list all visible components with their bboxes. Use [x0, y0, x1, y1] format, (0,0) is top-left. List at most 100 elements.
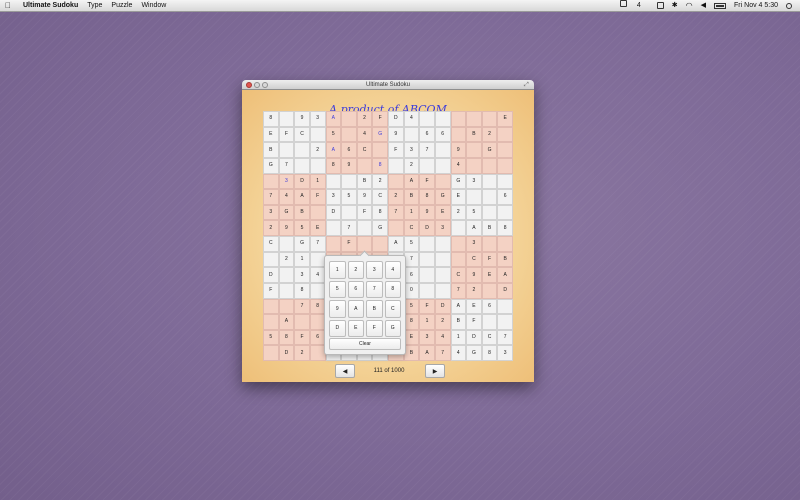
grid-cell[interactable]: D — [278, 345, 295, 361]
grid-cell[interactable]: 9 — [341, 157, 357, 174]
grid-cell[interactable]: 3 — [278, 173, 295, 190]
grid-cell[interactable] — [372, 236, 388, 252]
grid-cell[interactable] — [466, 189, 482, 205]
grid-cell[interactable]: 9 — [294, 111, 310, 127]
grid-cell[interactable] — [434, 111, 451, 127]
pad-key[interactable]: D — [329, 319, 346, 337]
grid-cell[interactable] — [497, 142, 513, 158]
grid-cell[interactable]: 4 — [278, 189, 295, 205]
grid-cell[interactable] — [450, 220, 467, 236]
grid-cell[interactable] — [294, 314, 310, 330]
grid-cell[interactable] — [263, 314, 279, 330]
grid-cell[interactable]: D — [466, 329, 482, 346]
grid-cell[interactable]: D — [263, 267, 279, 283]
grid-cell[interactable]: F — [263, 282, 279, 299]
menu-type[interactable]: Type — [87, 0, 102, 11]
grid-cell[interactable] — [278, 298, 295, 315]
menu-clock[interactable]: Fri Nov 4 5:30 — [734, 0, 778, 11]
grid-cell[interactable]: 3 — [466, 236, 482, 252]
grid-cell[interactable] — [450, 126, 467, 143]
grid-cell[interactable] — [278, 282, 295, 299]
grid-cell[interactable]: F — [294, 329, 310, 346]
grid-cell[interactable] — [481, 236, 498, 252]
wifi-icon[interactable]: ◠ — [686, 0, 693, 11]
pad-key[interactable]: 4 — [384, 261, 401, 279]
bluetooth-icon[interactable]: ✱ — [672, 0, 678, 11]
grid-cell[interactable]: 2 — [466, 282, 482, 299]
grid-cell[interactable]: D — [325, 204, 342, 221]
grid-cell[interactable] — [341, 204, 357, 221]
grid-cell[interactable] — [278, 236, 295, 252]
grid-cell[interactable]: 1 — [309, 173, 326, 190]
previous-puzzle-button[interactable]: ◀ — [335, 364, 355, 378]
grid-cell[interactable] — [419, 157, 435, 174]
grid-cell[interactable] — [419, 236, 435, 252]
grid-cell[interactable]: E — [466, 298, 482, 315]
grid-cell[interactable] — [325, 220, 342, 236]
grid-cell[interactable]: D — [434, 298, 451, 315]
grid-cell[interactable]: A — [403, 173, 420, 190]
grid-cell[interactable]: 7 — [263, 189, 279, 205]
apple-icon[interactable]:  — [5, 0, 15, 11]
grid-cell[interactable] — [434, 267, 451, 283]
grid-cell[interactable]: 5 — [325, 126, 342, 143]
grid-cell[interactable]: C — [450, 267, 467, 283]
grid-cell[interactable]: 5 — [466, 204, 482, 221]
grid-cell[interactable]: 4 — [450, 345, 467, 361]
grid-cell[interactable]: 4 — [356, 126, 373, 143]
grid-cell[interactable]: A — [497, 267, 513, 283]
grid-cell[interactable]: 7 — [341, 220, 357, 236]
grid-cell[interactable]: F — [356, 204, 373, 221]
pad-key[interactable]: E — [347, 319, 364, 337]
grid-cell[interactable]: B — [403, 189, 420, 205]
grid-cell[interactable]: 2 — [434, 314, 451, 330]
grid-cell[interactable] — [450, 251, 467, 268]
grid-cell[interactable]: 3 — [309, 111, 326, 127]
grid-cell[interactable] — [481, 111, 498, 127]
menu-app-name[interactable]: Ultimate Sudoku — [23, 0, 78, 11]
grid-cell[interactable]: G — [372, 126, 388, 143]
grid-cell[interactable]: 1 — [294, 251, 310, 268]
grid-cell[interactable]: F — [372, 111, 388, 127]
grid-cell[interactable] — [434, 236, 451, 252]
grid-cell[interactable]: 2 — [450, 204, 467, 221]
grid-cell[interactable]: D — [497, 282, 513, 299]
grid-cell[interactable]: 8 — [372, 204, 388, 221]
grid-cell[interactable]: 9 — [419, 204, 435, 221]
grid-cell[interactable] — [419, 282, 435, 299]
grid-cell[interactable] — [263, 345, 279, 361]
pad-key[interactable]: 3 — [366, 261, 383, 279]
grid-cell[interactable]: A — [450, 298, 467, 315]
grid-cell[interactable]: 8 — [481, 345, 498, 361]
grid-cell[interactable]: 1 — [419, 314, 435, 330]
grid-cell[interactable] — [325, 236, 342, 252]
grid-cell[interactable]: 3 — [419, 329, 435, 346]
grid-cell[interactable]: 3 — [403, 142, 420, 158]
grid-cell[interactable]: 4 — [450, 157, 467, 174]
grid-cell[interactable]: B — [481, 220, 498, 236]
grid-cell[interactable] — [278, 267, 295, 283]
grid-cell[interactable]: 8 — [497, 220, 513, 236]
grid-cell[interactable]: 3 — [434, 220, 451, 236]
grid-cell[interactable]: 9 — [388, 126, 404, 143]
grid-cell[interactable] — [388, 157, 404, 174]
grid-cell[interactable]: 8 — [263, 111, 279, 127]
pad-key[interactable]: C — [384, 300, 401, 318]
time-machine-icon[interactable] — [656, 2, 664, 9]
grid-cell[interactable] — [434, 173, 451, 190]
pad-key[interactable]: 2 — [347, 261, 364, 279]
grid-cell[interactable]: C — [356, 142, 373, 158]
grid-cell[interactable] — [294, 157, 310, 174]
grid-cell[interactable] — [263, 298, 279, 315]
grid-cell[interactable] — [450, 236, 467, 252]
grid-cell[interactable]: F — [481, 251, 498, 268]
grid-cell[interactable] — [263, 173, 279, 190]
grid-cell[interactable] — [497, 157, 513, 174]
grid-cell[interactable]: C — [466, 251, 482, 268]
grid-cell[interactable] — [466, 157, 482, 174]
grid-cell[interactable]: E — [481, 267, 498, 283]
grid-cell[interactable]: 7 — [497, 329, 513, 346]
pad-key[interactable]: F — [366, 319, 383, 337]
grid-cell[interactable] — [419, 111, 435, 127]
grid-cell[interactable]: A — [278, 314, 295, 330]
